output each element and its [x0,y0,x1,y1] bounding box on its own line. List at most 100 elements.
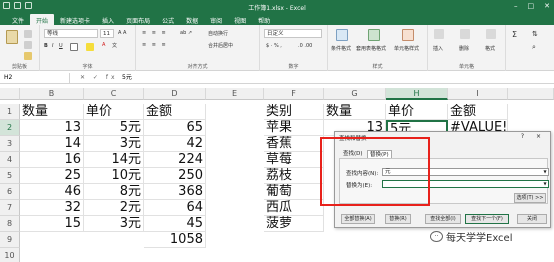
row-header-2[interactable]: 2 [0,120,20,136]
font-size-box[interactable]: 11 [100,29,114,38]
vertical-align-icon[interactable]: ≡ ≡ ≡ [142,30,168,36]
cell-c2[interactable]: 5元 [84,120,144,136]
cell-b8[interactable]: 15 [20,216,84,232]
cell-f2[interactable]: 苹果 [264,120,324,136]
cell-b6[interactable]: 46 [20,184,84,200]
select-all-corner[interactable] [0,88,20,100]
close-icon[interactable]: ✕ [544,2,550,10]
row-header-1[interactable]: 1 [0,104,20,120]
find-icon[interactable]: ⌕ [532,43,536,52]
cell-i1[interactable]: 金额 [448,104,508,120]
tab-replace[interactable]: 替换(P) [367,150,392,158]
replace-button[interactable]: 替换(R) [385,214,411,224]
cell-d5[interactable]: 250 [144,168,206,184]
tab-review[interactable]: 审阅 [204,14,228,25]
table-format-button[interactable]: 套用表格格式 [356,45,386,52]
replace-all-button[interactable]: 全部替换(A) [341,214,375,224]
tab-view[interactable]: 视图 [228,14,252,25]
sort-icon[interactable]: ⇅ [532,30,538,38]
wrap-text-button[interactable]: 自动换行 [208,30,228,37]
italic-icon[interactable]: I [52,43,53,49]
format-painter-icon[interactable] [24,52,32,60]
cell-c6[interactable]: 8元 [84,184,144,200]
row-header-6[interactable]: 6 [0,184,20,200]
grow-font-icon[interactable]: A A [118,30,126,36]
column-header-c[interactable]: C [84,88,144,100]
phonetic-icon[interactable]: 文 [112,42,117,49]
cell-b4[interactable]: 16 [20,152,84,168]
cell-f6[interactable]: 葡萄 [264,184,324,200]
column-header-h[interactable]: H [386,88,448,100]
tab-home[interactable]: 开始 [30,14,55,25]
cell-c3[interactable]: 3元 [84,136,144,152]
column-header-e[interactable]: E [206,88,264,100]
table-format-icon[interactable] [368,29,380,41]
cell-f1[interactable]: 类别 [264,104,324,120]
cell-c4[interactable]: 14元 [84,152,144,168]
row-header-5[interactable]: 5 [0,168,20,184]
column-header-b[interactable]: B [20,88,84,100]
cell-f7[interactable]: 西瓜 [264,200,324,216]
chevron-down-icon[interactable]: ▼ [542,169,548,175]
merge-center-button[interactable]: 合并后居中 [208,42,233,49]
minimize-icon[interactable]: – [514,2,518,10]
column-header-g[interactable]: G [324,88,386,100]
cell-style-icon[interactable] [402,29,414,41]
tab-page-layout[interactable]: 页面布局 [120,14,156,25]
delete-button[interactable]: 删除 [459,45,469,52]
chevron-down-icon[interactable]: ▼ [542,181,548,187]
find-all-button[interactable]: 查找全部(I) [425,214,461,224]
tab-file[interactable]: 文件 [6,14,30,25]
find-what-input[interactable]: 元 ▼ [382,168,549,176]
copy-icon[interactable] [24,41,32,49]
cell-c7[interactable]: 2元 [84,200,144,216]
replace-with-input[interactable]: ▼ [382,180,549,188]
cell-d1[interactable]: 金额 [144,104,206,120]
insert-button[interactable]: 插入 [433,45,443,52]
tab-formulas[interactable]: 公式 [156,14,180,25]
cell-h1[interactable]: 单价 [386,104,448,120]
cut-icon[interactable] [24,30,32,38]
tab-find[interactable]: 查找(D) [341,150,365,158]
border-icon[interactable] [70,43,78,51]
cell-d7[interactable]: 64 [144,200,206,216]
delete-cells-icon[interactable] [460,29,470,39]
tab-help[interactable]: 帮助 [252,14,276,25]
column-header-d[interactable]: D [144,88,206,100]
row-header-8[interactable]: 8 [0,216,20,232]
orientation-icon[interactable]: ab ↗ [180,30,192,36]
name-box[interactable]: H2 [2,73,70,83]
conditional-format-button[interactable]: 条件格式 [331,45,351,52]
row-header-4[interactable]: 4 [0,152,20,168]
row-header-7[interactable]: 7 [0,200,20,216]
cell-f5[interactable]: 荔枝 [264,168,324,184]
currency-icon[interactable]: $ · % , [266,43,282,49]
options-button[interactable]: 选项(T) >> [514,193,546,203]
row-header-10[interactable]: 10 [0,248,20,262]
fill-color-icon[interactable] [86,43,94,51]
cell-b1[interactable]: 数量 [20,104,84,120]
cell-c8[interactable]: 3元 [84,216,144,232]
format-button[interactable]: 格式 [485,45,495,52]
cell-g1[interactable]: 数量 [324,104,386,120]
cell-style-button[interactable]: 单元格样式 [394,45,419,52]
underline-icon[interactable]: U [59,43,63,49]
cell-d8[interactable]: 45 [144,216,206,232]
row-header-3[interactable]: 3 [0,136,20,152]
column-header-f[interactable]: F [264,88,324,100]
row-header-9[interactable]: 9 [0,232,20,248]
decimal-icon[interactable]: .0 .00 [298,43,312,49]
cell-d2[interactable]: 65 [144,120,206,136]
cell-d9-total[interactable]: 1058 [144,232,206,248]
tab-insert[interactable]: 插入 [96,14,120,25]
conditional-format-icon[interactable] [336,29,348,41]
cell-b3[interactable]: 14 [20,136,84,152]
cell-c1[interactable]: 单价 [84,104,144,120]
maximize-icon[interactable]: □ [528,2,535,10]
font-name-box[interactable]: 等线 [44,29,98,38]
number-format-box[interactable]: 日定义 [264,29,322,38]
cell-f8[interactable]: 菠萝 [264,216,324,232]
sum-icon[interactable]: Σ [512,30,517,39]
cell-d3[interactable]: 42 [144,136,206,152]
cell-b2[interactable]: 13 [20,120,84,136]
